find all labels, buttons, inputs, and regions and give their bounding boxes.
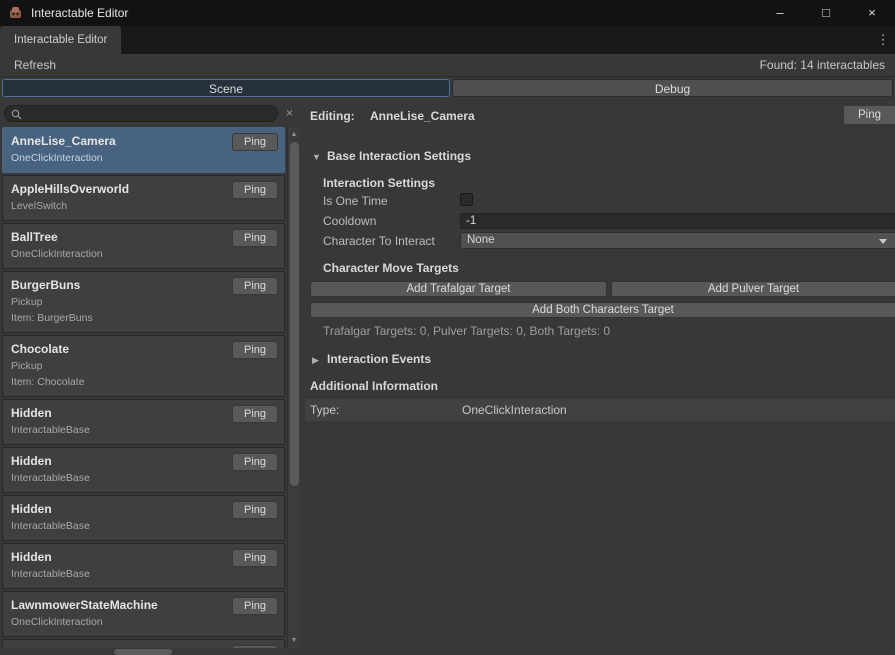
list-item[interactable]: BallTree OneClickInteraction Ping	[2, 223, 285, 269]
ping-button[interactable]: Ping	[232, 341, 278, 359]
item-name: BallTree	[11, 229, 226, 246]
interaction-settings-header: Interaction Settings	[323, 176, 435, 190]
type-row: Type: OneClickInteraction	[305, 399, 895, 421]
editing-label: Editing:	[310, 109, 355, 123]
scrollbar-thumb[interactable]	[114, 649, 172, 655]
scrollbar-thumb[interactable]	[290, 142, 299, 486]
add-pulver-target-button[interactable]: Add Pulver Target	[611, 281, 895, 297]
list-item[interactable]: Hidden InteractableBase Ping	[2, 495, 285, 541]
scroll-up-icon[interactable]: ▲	[288, 128, 300, 141]
add-both-characters-target-button[interactable]: Add Both Characters Target	[310, 302, 895, 318]
item-subtitle: OneClickInteraction	[11, 614, 226, 630]
ping-button[interactable]: Ping	[232, 229, 278, 247]
window-icon	[8, 6, 23, 21]
found-count-label: Found: 14 interactables	[760, 56, 885, 75]
search-icon	[11, 109, 22, 120]
ping-button[interactable]: Ping	[232, 453, 278, 471]
ping-button[interactable]: Ping	[232, 501, 278, 519]
interaction-events-foldout[interactable]: Interaction Events	[327, 352, 431, 366]
search-clear-icon[interactable]: ×	[282, 105, 297, 122]
item-name: AnneLise_Camera	[11, 133, 226, 150]
foldout-expanded-icon[interactable]: ▼	[312, 152, 324, 162]
minimize-icon[interactable]: –	[757, 0, 803, 26]
item-subtitle: InteractableBase	[11, 470, 226, 486]
list-item[interactable]: Chocolate Pickup Item: Chocolate Ping	[2, 335, 285, 397]
item-name: Hidden	[11, 453, 226, 470]
item-subtitle: Pickup	[11, 358, 226, 374]
list-item[interactable]: Hidden InteractableBase Ping	[2, 399, 285, 445]
add-trafalgar-target-button[interactable]: Add Trafalgar Target	[310, 281, 607, 297]
toolbar: Refresh Found: 14 interactables	[0, 54, 895, 77]
horizontal-scrollbar[interactable]	[2, 649, 286, 655]
cooldown-label: Cooldown	[323, 214, 376, 228]
tab-strip: Interactable Editor ⋮	[0, 26, 895, 54]
titlebar: Interactable Editor – □ ×	[0, 0, 895, 26]
item-subtitle: OneClickInteraction	[11, 150, 226, 166]
scroll-down-icon[interactable]: ▼	[288, 634, 300, 647]
window-controls: – □ ×	[757, 0, 895, 26]
ping-button[interactable]: Ping	[232, 645, 278, 648]
item-name: Hidden	[11, 549, 226, 566]
search-input[interactable]	[25, 106, 271, 121]
tab-debug[interactable]: Debug	[452, 79, 893, 97]
item-subtitle: Item: BurgerBuns	[11, 310, 226, 326]
interactable-editor-window: Interactable Editor – □ × Interactable E…	[0, 0, 895, 655]
item-subtitle: OneClickInteraction	[11, 246, 226, 262]
character-to-interact-label: Character To Interact	[323, 234, 435, 248]
ping-button[interactable]: Ping	[843, 105, 895, 125]
maximize-icon[interactable]: □	[803, 0, 849, 26]
ping-button[interactable]: Ping	[232, 277, 278, 295]
item-subtitle: Item: Chocolate	[11, 374, 226, 390]
kebab-menu-icon[interactable]: ⋮	[875, 26, 891, 54]
list-item[interactable]: LawnmowerStateMachine OneClickInteractio…	[2, 591, 285, 637]
item-subtitle: InteractableBase	[11, 422, 226, 438]
ping-button[interactable]: Ping	[232, 133, 278, 151]
search-box	[4, 105, 278, 122]
editing-value: AnneLise_Camera	[370, 109, 475, 123]
item-name: LawnmowerStateMachine	[11, 597, 226, 614]
ping-button[interactable]: Ping	[232, 597, 278, 615]
is-one-time-checkbox[interactable]	[460, 193, 473, 206]
ping-button[interactable]: Ping	[232, 181, 278, 199]
type-label: Type:	[310, 403, 339, 417]
list-item[interactable]: LureSpotA_Slot Ping	[2, 639, 285, 648]
additional-information-header: Additional Information	[310, 379, 438, 393]
close-icon[interactable]: ×	[849, 0, 895, 26]
item-name: Hidden	[11, 501, 226, 518]
list-item[interactable]: Hidden InteractableBase Ping	[2, 543, 285, 589]
window-title: Interactable Editor	[31, 6, 128, 20]
targets-summary-label: Trafalgar Targets: 0, Pulver Targets: 0,…	[323, 324, 610, 338]
character-move-targets-header: Character Move Targets	[323, 261, 459, 275]
tab-scene[interactable]: Scene	[2, 79, 450, 97]
is-one-time-label: Is One Time	[323, 194, 388, 208]
item-name: Chocolate	[11, 341, 226, 358]
item-name: AppleHillsOverworld	[11, 181, 226, 198]
dropdown-value: None	[467, 234, 495, 246]
character-to-interact-dropdown[interactable]: None	[460, 232, 895, 249]
list-item[interactable]: BurgerBuns Pickup Item: BurgerBuns Ping	[2, 271, 285, 333]
type-value: OneClickInteraction	[462, 403, 567, 417]
item-subtitle: InteractableBase	[11, 566, 226, 582]
item-name: LureSpotA_Slot	[11, 645, 226, 648]
foldout-collapsed-icon[interactable]: ▶	[312, 355, 324, 366]
ping-button[interactable]: Ping	[232, 549, 278, 567]
item-subtitle: Pickup	[11, 294, 226, 310]
item-subtitle: InteractableBase	[11, 518, 226, 534]
item-name: Hidden	[11, 405, 226, 422]
interactable-list: AnneLise_Camera OneClickInteraction Ping…	[2, 127, 285, 648]
item-name: BurgerBuns	[11, 277, 226, 294]
base-interaction-settings-foldout[interactable]: Base Interaction Settings	[327, 149, 471, 163]
chevron-down-icon	[879, 239, 887, 244]
cooldown-field[interactable]: -1	[460, 213, 895, 229]
list-item[interactable]: AnneLise_Camera OneClickInteraction Ping	[2, 127, 285, 173]
item-subtitle: LevelSwitch	[11, 198, 226, 214]
list-item[interactable]: Hidden InteractableBase Ping	[2, 447, 285, 493]
ping-button[interactable]: Ping	[232, 405, 278, 423]
list-item[interactable]: AppleHillsOverworld LevelSwitch Ping	[2, 175, 285, 221]
vertical-scrollbar[interactable]: ▲ ▼	[287, 127, 300, 648]
refresh-button[interactable]: Refresh	[6, 56, 64, 75]
inspector-panel: Editing: AnneLise_Camera Ping ▼ Base Int…	[305, 96, 895, 655]
tab-interactable-editor[interactable]: Interactable Editor	[0, 26, 121, 54]
